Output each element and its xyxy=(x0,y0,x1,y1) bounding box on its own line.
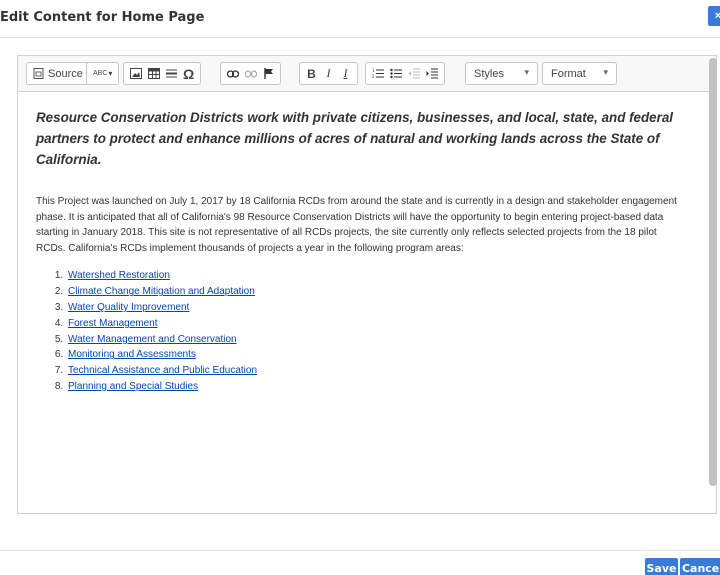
dialog-header: Edit Content for Home Page × xyxy=(0,0,720,38)
svg-text:2: 2 xyxy=(372,74,375,79)
list-item: Planning and Special Studies xyxy=(66,379,688,395)
chevron-down-icon: ▾ xyxy=(108,69,113,78)
program-link[interactable]: Planning and Special Studies xyxy=(68,381,198,392)
bold-button[interactable]: B xyxy=(303,64,320,83)
toolbar-group-insert: Ω xyxy=(123,62,202,85)
program-link[interactable]: Climate Change Mitigation and Adaptation xyxy=(68,286,255,297)
program-link[interactable]: Watershed Restoration xyxy=(68,270,170,281)
list-item: Climate Change Mitigation and Adaptation xyxy=(66,284,688,300)
flag-icon xyxy=(263,68,273,79)
spellcheck-button[interactable]: ABC ▾ xyxy=(90,64,115,83)
numbered-list-icon: 1 2 xyxy=(372,68,384,79)
editor-toolbar: Source ABC ▾ Ω B I I 1 2 Styles ▾ Format… xyxy=(18,56,716,92)
image-button[interactable] xyxy=(127,64,145,83)
bulleted-list-icon xyxy=(390,68,402,79)
close-button[interactable]: × xyxy=(708,6,720,26)
program-link[interactable]: Forest Management xyxy=(68,318,158,329)
list-item: Forest Management xyxy=(66,316,688,332)
program-link[interactable]: Technical Assistance and Public Educatio… xyxy=(68,365,257,376)
footer-divider xyxy=(0,550,720,551)
chevron-down-icon: ▾ xyxy=(603,67,608,77)
styles-dropdown[interactable]: Styles ▾ xyxy=(465,62,538,85)
table-button[interactable] xyxy=(145,64,163,83)
format-label: Format xyxy=(551,67,586,80)
bulleted-list-button[interactable] xyxy=(387,64,405,83)
table-icon xyxy=(148,68,160,79)
svg-text:1: 1 xyxy=(372,68,375,73)
program-link[interactable]: Monitoring and Assessments xyxy=(68,349,196,360)
program-link[interactable]: Water Quality Improvement xyxy=(68,302,189,313)
indent-icon xyxy=(426,68,438,79)
intro-paragraph: This Project was launched on July 1, 201… xyxy=(36,196,677,254)
link-button[interactable] xyxy=(224,64,242,83)
list-item: Monitoring and Assessments xyxy=(66,347,688,363)
link-icon xyxy=(227,69,239,78)
image-icon xyxy=(130,68,142,79)
horizontal-line-button[interactable] xyxy=(163,64,180,83)
numbered-list-button[interactable]: 1 2 xyxy=(369,64,387,83)
remove-format-button[interactable]: I xyxy=(337,64,354,83)
rich-text-editor[interactable]: Source ABC ▾ Ω B I I 1 2 Styles ▾ Format… xyxy=(17,55,717,514)
unlink-icon xyxy=(245,69,257,78)
horizontal-line-icon xyxy=(166,69,177,78)
source-button[interactable]: Source xyxy=(30,64,86,83)
styles-label: Styles xyxy=(474,67,504,80)
program-areas-list: Watershed Restoration Climate Change Mit… xyxy=(66,268,688,394)
special-character-button[interactable]: Ω xyxy=(180,64,197,83)
scrollbar[interactable] xyxy=(709,58,717,486)
cancel-button[interactable]: Cancel xyxy=(680,558,720,575)
format-dropdown[interactable]: Format ▾ xyxy=(542,62,617,85)
toolbar-group-source: Source xyxy=(26,62,90,85)
lead-statement: Resource Conservation Districts work wit… xyxy=(36,110,674,167)
anchor-button[interactable] xyxy=(260,64,277,83)
spellcheck-label: ABC xyxy=(93,70,108,77)
list-item: Water Management and Conservation xyxy=(66,332,688,348)
editor-content[interactable]: Resource Conservation Districts work wit… xyxy=(18,93,706,513)
list-item: Water Quality Improvement xyxy=(66,300,688,316)
indent-button[interactable] xyxy=(423,64,441,83)
outdent-button[interactable] xyxy=(405,64,423,83)
italic-button[interactable]: I xyxy=(320,64,337,83)
source-label: Source xyxy=(48,67,83,80)
list-item: Technical Assistance and Public Educatio… xyxy=(66,363,688,379)
remove-format-icon: I xyxy=(343,66,348,80)
toolbar-group-basic: B I I xyxy=(299,62,358,85)
dialog-title: Edit Content for Home Page xyxy=(0,10,205,25)
outdent-icon xyxy=(408,68,420,79)
save-button[interactable]: Save xyxy=(645,558,678,575)
unlink-button[interactable] xyxy=(242,64,260,83)
source-icon xyxy=(33,68,44,79)
list-item: Watershed Restoration xyxy=(66,268,688,284)
toolbar-group-lists: 1 2 xyxy=(365,62,445,85)
toolbar-group-links xyxy=(220,62,281,85)
toolbar-group-spellcheck: ABC ▾ xyxy=(86,62,120,85)
program-link[interactable]: Water Management and Conservation xyxy=(68,334,237,345)
chevron-down-icon: ▾ xyxy=(524,67,529,77)
